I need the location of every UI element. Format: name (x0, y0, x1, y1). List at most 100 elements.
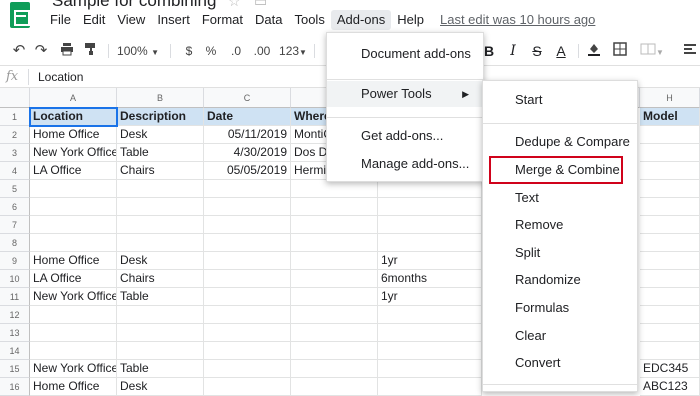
cell-empty[interactable] (117, 234, 204, 252)
formula-input[interactable]: Location (38, 70, 83, 84)
cell-empty[interactable] (378, 324, 482, 342)
row-header[interactable]: 2 (0, 126, 30, 144)
menu-insert[interactable]: Insert (151, 10, 196, 30)
cell-empty[interactable] (117, 180, 204, 198)
select-all-corner[interactable] (0, 88, 30, 108)
row-header[interactable]: 11 (0, 288, 30, 306)
cell-empty[interactable] (291, 306, 378, 324)
cell-c2[interactable]: 05/11/2019 (204, 126, 291, 144)
row-header[interactable]: 1 (0, 108, 30, 126)
decrease-decimal-button[interactable]: .0 (226, 42, 246, 60)
cell-c15[interactable] (204, 360, 291, 378)
cell-b4[interactable]: Chairs (117, 162, 204, 180)
cell-empty[interactable] (640, 162, 700, 180)
cell-d9[interactable] (291, 252, 378, 270)
currency-button[interactable]: $ (182, 42, 196, 60)
merge-cells-icon[interactable]: ▼ (638, 42, 666, 60)
menu-help[interactable]: Help (391, 10, 430, 30)
menu-item-split[interactable]: Split (483, 240, 637, 266)
row-header[interactable]: 10 (0, 270, 30, 288)
row-header[interactable]: 8 (0, 234, 30, 252)
cell-e9[interactable]: 1yr (378, 252, 482, 270)
paint-format-icon[interactable] (82, 42, 100, 60)
cell-empty[interactable] (378, 198, 482, 216)
undo-icon[interactable]: ↶ (10, 42, 28, 60)
menu-item-convert[interactable]: Convert (483, 350, 637, 376)
menu-view[interactable]: View (111, 10, 151, 30)
cell-e11[interactable]: 1yr (378, 288, 482, 306)
strikethrough-button[interactable]: S (530, 42, 544, 60)
menu-tools[interactable]: Tools (288, 10, 330, 30)
borders-icon[interactable] (612, 42, 628, 60)
cell-empty[interactable] (640, 216, 700, 234)
cell-c9[interactable] (204, 252, 291, 270)
cell-empty[interactable] (117, 198, 204, 216)
cell-empty[interactable] (30, 216, 117, 234)
cell-empty[interactable] (117, 324, 204, 342)
cell-empty[interactable] (204, 216, 291, 234)
print-icon[interactable] (58, 42, 76, 60)
menu-item-get-addons[interactable]: Get add-ons... (327, 123, 483, 149)
cell-empty[interactable] (640, 288, 700, 306)
cell-empty[interactable] (291, 180, 378, 198)
cell-empty[interactable] (30, 342, 117, 360)
cell-empty[interactable] (640, 252, 700, 270)
menu-item-dedupe-compare[interactable]: Dedupe & Compare (483, 129, 637, 155)
cell-b9[interactable]: Desk (117, 252, 204, 270)
cell-empty[interactable] (378, 306, 482, 324)
cell-b16[interactable]: Desk (117, 378, 204, 396)
cell-empty[interactable] (117, 342, 204, 360)
menu-item-clear[interactable]: Clear (483, 323, 637, 349)
align-icon[interactable] (682, 42, 698, 60)
cell-empty[interactable] (640, 144, 700, 162)
cell-empty[interactable] (117, 306, 204, 324)
menu-format[interactable]: Format (196, 10, 249, 30)
cell-b2[interactable]: Desk (117, 126, 204, 144)
cell-c3[interactable]: 4/30/2019 (204, 144, 291, 162)
cell-empty[interactable] (204, 198, 291, 216)
menu-edit[interactable]: Edit (77, 10, 111, 30)
fill-color-icon[interactable] (586, 42, 602, 60)
cell-empty[interactable] (640, 126, 700, 144)
last-edit-link[interactable]: Last edit was 10 hours ago (430, 10, 605, 32)
cell-empty[interactable] (117, 216, 204, 234)
cell-b11[interactable]: Table (117, 288, 204, 306)
cell-empty[interactable] (204, 180, 291, 198)
sheets-logo-icon[interactable] (10, 2, 30, 28)
zoom-select[interactable]: 100% ▼ (114, 42, 162, 60)
cell-empty[interactable] (378, 234, 482, 252)
cell-empty[interactable] (640, 324, 700, 342)
cell-a11[interactable]: New York Office (30, 288, 117, 306)
row-header[interactable]: 6 (0, 198, 30, 216)
cell-a10[interactable]: LA Office (30, 270, 117, 288)
row-header[interactable]: 4 (0, 162, 30, 180)
row-header[interactable]: 15 (0, 360, 30, 378)
cell-empty[interactable] (30, 198, 117, 216)
cell-c10[interactable] (204, 270, 291, 288)
cell-h16[interactable]: ABC123 (640, 378, 700, 396)
menu-item-power-tools[interactable]: Power Tools ▶ (327, 81, 483, 107)
row-header[interactable]: 5 (0, 180, 30, 198)
cell-empty[interactable] (640, 270, 700, 288)
row-header[interactable]: 9 (0, 252, 30, 270)
cell-b1[interactable]: Description (117, 108, 204, 126)
cell-d16[interactable] (291, 378, 378, 396)
cell-h1[interactable]: Model (640, 108, 700, 126)
cell-empty[interactable] (640, 198, 700, 216)
cell-empty[interactable] (640, 180, 700, 198)
column-header-h[interactable]: H (640, 88, 700, 108)
cell-c4[interactable]: 05/05/2019 (204, 162, 291, 180)
italic-button[interactable]: I (506, 42, 520, 60)
cell-empty[interactable] (204, 342, 291, 360)
cell-empty[interactable] (291, 216, 378, 234)
menu-item-document-addons[interactable]: Document add-ons (327, 41, 483, 67)
row-header[interactable]: 3 (0, 144, 30, 162)
text-color-button[interactable]: A (554, 42, 568, 60)
menu-item-manage-addons[interactable]: Manage add-ons... (327, 151, 483, 177)
cell-empty[interactable] (291, 234, 378, 252)
row-header[interactable]: 12 (0, 306, 30, 324)
row-header[interactable]: 16 (0, 378, 30, 396)
folder-icon[interactable]: ▭ (254, 0, 267, 10)
cell-e16[interactable] (378, 378, 482, 396)
cell-a15[interactable]: New York Office (30, 360, 117, 378)
